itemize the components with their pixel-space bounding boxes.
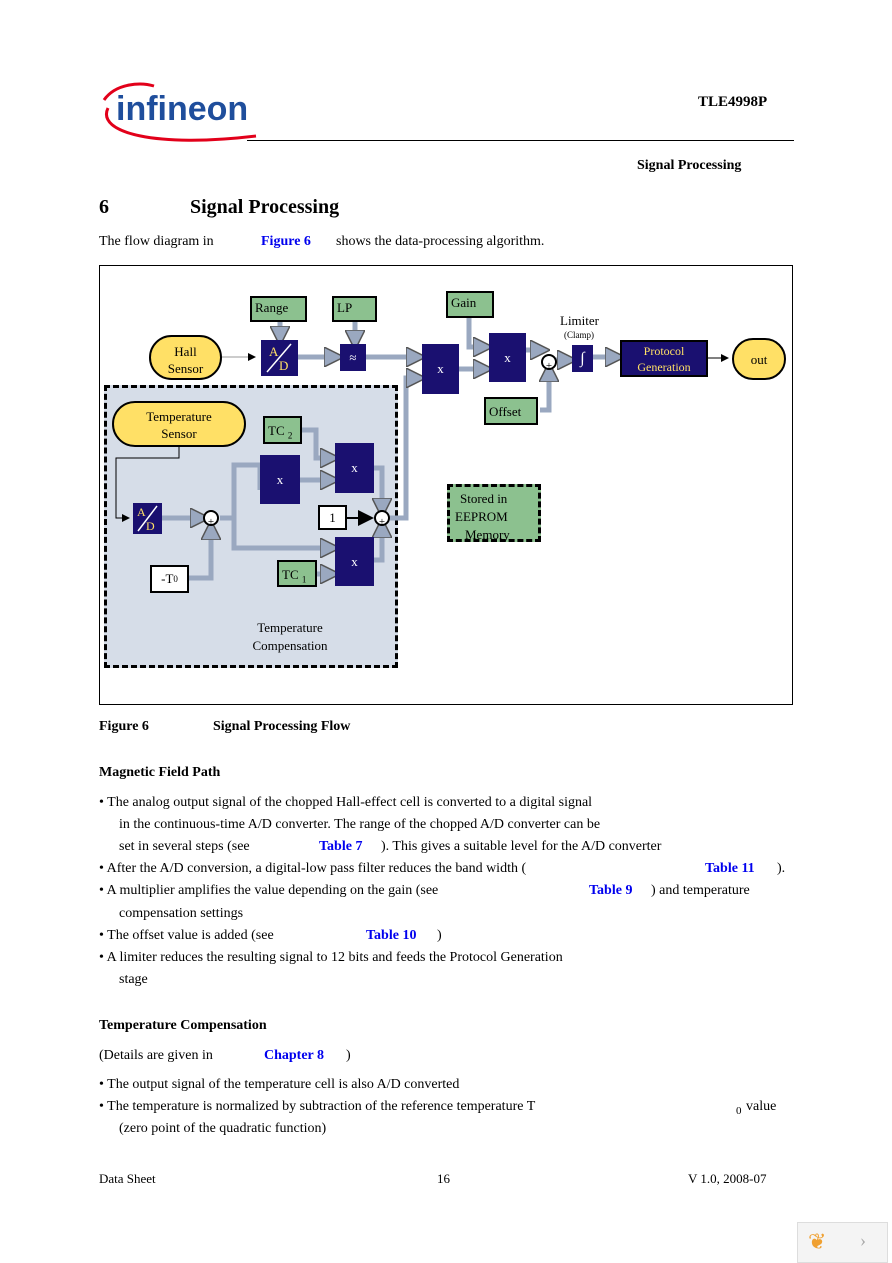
ad-converter-hall: AD: [261, 340, 298, 376]
footer-doc-type: Data Sheet: [99, 1171, 156, 1186]
constant-one: 1: [318, 505, 347, 530]
bullet-text: (zero point of the quadratic function): [119, 1121, 327, 1136]
details-text: ): [346, 1048, 351, 1063]
subscript: 0: [736, 1105, 742, 1117]
bullet-text: set in several steps (see: [119, 839, 250, 854]
lp-block: LP: [332, 296, 377, 322]
lowpass-filter-icon: ≈: [340, 344, 366, 371]
bullet-text: ). This gives a suitable level for the A…: [381, 839, 662, 854]
tc2-block: TC 2: [263, 416, 302, 444]
bullet-text: in the continuous-time A/D converter. Th…: [119, 817, 601, 832]
bullet-text: ).: [777, 861, 786, 876]
multiplier-1: x: [422, 344, 459, 394]
details-text: (Details are given in: [99, 1048, 213, 1063]
eeprom-legend: Stored in EEPROM Memory: [447, 484, 541, 542]
footer-version: V 1.0, 2008-07: [688, 1171, 767, 1186]
bullet-text: compensation settings: [119, 906, 244, 921]
figure-caption: Signal Processing Flow: [213, 719, 351, 734]
out: out: [732, 338, 786, 380]
bullet-text: • A multiplier amplifies the value depen…: [99, 883, 439, 898]
ad-converter-temp: AD: [133, 503, 162, 534]
sum-polynomial: +: [374, 510, 390, 528]
bullet-text: ) and temperature: [651, 883, 750, 898]
multiplier-gain: x: [489, 333, 526, 382]
viewer-widget: ❦ ›: [797, 1222, 888, 1263]
bullet-text: • The output signal of the temperature c…: [99, 1077, 460, 1092]
page-number: 16: [437, 1171, 450, 1186]
document-page: infineon TLE4998P Signal Processing 6 Si…: [0, 0, 892, 1263]
viewer-logo-icon: ❦: [808, 1229, 827, 1254]
multiplier-tc2: x: [335, 443, 374, 493]
magnetic-heading: Magnetic Field Path: [99, 765, 221, 780]
bullet-text: • The offset value is added (see: [99, 928, 274, 943]
bullet-text: stage: [119, 972, 148, 987]
chapter-8-link[interactable]: Chapter 8: [264, 1048, 324, 1064]
temperature-compensation-label: Temperature Compensation: [252, 620, 328, 653]
temperature-heading: Temperature Compensation: [99, 1018, 267, 1033]
bullet-text: • After the A/D conversion, a digital-lo…: [99, 861, 527, 876]
offset-block: Offset: [484, 397, 538, 425]
temperature-sensor: Temperature Sensor: [112, 401, 246, 447]
sum-offset: +: [541, 354, 557, 372]
bullet-text: • The temperature is normalized by subtr…: [99, 1099, 536, 1114]
sum-t0: +: [203, 510, 219, 528]
table-7-link[interactable]: Table 7: [319, 839, 362, 855]
slash-icon: [137, 505, 158, 532]
tc1-block: TC 1: [277, 560, 317, 587]
bullet-text: value: [746, 1099, 777, 1114]
clamp-label: (Clamp): [564, 330, 594, 340]
slash-icon: [266, 343, 292, 373]
minus-t0-block: -T 0: [150, 565, 189, 593]
gain-block: Gain: [446, 291, 494, 318]
multiplier-square: x: [260, 455, 300, 504]
bullet-text: ): [437, 928, 442, 943]
multiplier-tc1: x: [335, 537, 374, 586]
table-10-link[interactable]: Table 10: [366, 928, 416, 944]
protocol-generation: Protocol Generation: [620, 340, 708, 377]
chevron-right-icon[interactable]: ›: [860, 1230, 866, 1251]
range-block: Range: [250, 296, 307, 322]
table-9-link[interactable]: Table 9: [589, 883, 632, 899]
limiter-label: Limiter: [560, 313, 599, 328]
bullet-text: • A limiter reduces the resulting signal…: [99, 950, 563, 965]
table-11-link[interactable]: Table 11: [705, 861, 755, 877]
bullet-text: • The analog output signal of the choppe…: [99, 795, 593, 810]
figure-label: Figure 6: [99, 719, 149, 734]
hall-sensor: Hall Sensor: [149, 335, 222, 380]
limiter-icon: ∫: [572, 345, 593, 372]
